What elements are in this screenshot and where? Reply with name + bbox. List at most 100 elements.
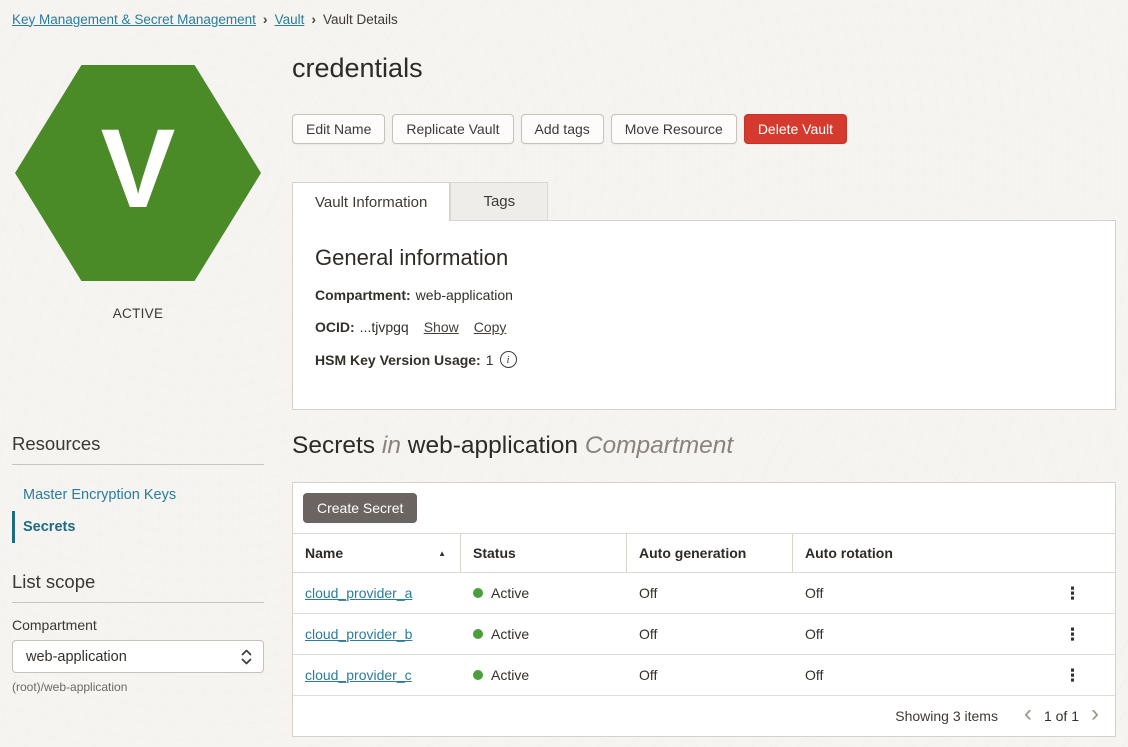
tab-tags[interactable]: Tags (450, 182, 548, 220)
breadcrumb-link-vault[interactable]: Vault (275, 12, 305, 27)
row-actions-cell: ⋮ (1030, 585, 1115, 602)
status-text: Active (491, 667, 529, 683)
ocid-show-link[interactable]: Show (424, 319, 459, 335)
status-text: Active (491, 626, 529, 642)
secrets-table-toolbar: Create Secret (293, 483, 1115, 533)
ocid-info-value: ...tjvpgq (360, 319, 409, 335)
compartment-select[interactable]: web-application (12, 640, 264, 673)
resources-heading: Resources (12, 433, 264, 455)
column-header-auto-rotation[interactable]: Auto rotation (793, 534, 1030, 572)
secrets-heading-in: in (382, 432, 401, 459)
breadcrumb-separator-icon: › (263, 11, 268, 27)
vault-actions-toolbar: Edit Name Replicate Vault Add tags Move … (292, 114, 1116, 144)
compartment-label: Compartment (12, 617, 264, 633)
compartment-info-label: Compartment: (315, 287, 411, 303)
delete-vault-button[interactable]: Delete Vault (744, 114, 847, 144)
auto-rotation-cell: Off (793, 585, 1030, 601)
vault-hexagon-icon: V (15, 65, 261, 281)
secret-name-cell: cloud_provider_a (293, 585, 461, 601)
auto-rotation-cell: Off (793, 626, 1030, 642)
sidebar: V ACTIVE Resources Master Encryption Key… (12, 37, 264, 737)
vault-icon-letter: V (101, 113, 176, 225)
tab-vault-information[interactable]: Vault Information (292, 182, 450, 221)
secret-name-cell: cloud_provider_c (293, 667, 461, 683)
column-header-auto-generation[interactable]: Auto generation (627, 534, 793, 572)
pagination-prev-icon[interactable]: ‹ (1022, 702, 1034, 726)
secrets-heading-compartment-word: Compartment (585, 432, 733, 459)
breadcrumb-separator-icon: › (311, 11, 316, 27)
divider (12, 602, 264, 603)
auto-rotation-cell: Off (793, 667, 1030, 683)
ocid-copy-link[interactable]: Copy (474, 319, 507, 335)
compartment-path: (root)/web-application (12, 680, 264, 694)
sidebar-item-secrets[interactable]: Secrets (12, 511, 264, 543)
secrets-heading-compartment-name: web-application (408, 432, 578, 459)
sidebar-item-master-encryption-keys[interactable]: Master Encryption Keys (12, 479, 264, 511)
ocid-info-label: OCID: (315, 319, 355, 335)
compartment-info-row: Compartment: web-application (315, 287, 1093, 303)
vault-badge: V ACTIVE (12, 65, 264, 321)
secrets-table-card: Create Secret Name ▲ Status Auto generat… (292, 482, 1116, 737)
secret-link[interactable]: cloud_provider_c (305, 667, 412, 683)
sort-ascending-icon: ▲ (438, 549, 446, 558)
hsm-info-row: HSM Key Version Usage: 1 i (315, 351, 1093, 368)
compartment-info-value: web-application (416, 287, 513, 303)
replicate-vault-button[interactable]: Replicate Vault (392, 114, 513, 144)
secret-link[interactable]: cloud_provider_a (305, 585, 412, 601)
secret-status-cell: Active (461, 667, 627, 683)
info-icon[interactable]: i (500, 351, 517, 368)
divider (12, 464, 264, 465)
list-scope-section: List scope Compartment web-application (… (12, 571, 264, 694)
resources-section: Resources Master Encryption Keys Secrets (12, 433, 264, 543)
secret-status-cell: Active (461, 585, 627, 601)
secrets-table-header: Name ▲ Status Auto generation Auto rotat… (293, 533, 1115, 573)
hsm-info-label: HSM Key Version Usage: (315, 352, 481, 368)
kebab-menu-icon[interactable]: ⋮ (1064, 667, 1081, 684)
pagination-next-icon[interactable]: › (1089, 702, 1101, 726)
pagination-summary: Showing 3 items (895, 708, 998, 724)
status-text: Active (491, 585, 529, 601)
auto-generation-cell: Off (627, 667, 793, 683)
ocid-info-row: OCID: ...tjvpgq Show Copy (315, 319, 1093, 335)
breadcrumb-current: Vault Details (323, 12, 398, 27)
select-chevrons-icon (240, 648, 253, 666)
status-active-dot-icon (473, 629, 483, 639)
column-header-status[interactable]: Status (461, 534, 627, 572)
secrets-heading-word: Secrets (292, 432, 375, 459)
auto-generation-cell: Off (627, 626, 793, 642)
auto-generation-cell: Off (627, 585, 793, 601)
page-layout: V ACTIVE Resources Master Encryption Key… (0, 37, 1128, 737)
breadcrumb: Key Management & Secret Management › Vau… (0, 0, 1128, 27)
column-header-name[interactable]: Name ▲ (293, 534, 461, 572)
vault-status-label: ACTIVE (12, 306, 264, 321)
vault-tabs: Vault Information Tags (292, 182, 1116, 220)
secret-name-cell: cloud_provider_b (293, 626, 461, 642)
page-title: credentials (292, 53, 1116, 84)
compartment-select-value: web-application (26, 649, 127, 665)
list-scope-heading: List scope (12, 571, 264, 593)
secret-link[interactable]: cloud_provider_b (305, 626, 412, 642)
main-content: credentials Edit Name Replicate Vault Ad… (292, 37, 1116, 737)
kebab-menu-icon[interactable]: ⋮ (1064, 585, 1081, 602)
breadcrumb-link-key-management[interactable]: Key Management & Secret Management (12, 12, 256, 27)
status-active-dot-icon (473, 670, 483, 680)
add-tags-button[interactable]: Add tags (521, 114, 604, 144)
column-header-actions (1030, 534, 1115, 572)
table-row: cloud_provider_b Active Off Off ⋮ (293, 614, 1115, 655)
hsm-info-value: 1 (486, 352, 494, 368)
edit-name-button[interactable]: Edit Name (292, 114, 385, 144)
create-secret-button[interactable]: Create Secret (303, 493, 417, 523)
kebab-menu-icon[interactable]: ⋮ (1064, 626, 1081, 643)
secrets-section-heading: Secrets in web-application Compartment (292, 432, 1116, 460)
status-active-dot-icon (473, 588, 483, 598)
vault-information-panel: General information Compartment: web-app… (292, 220, 1116, 410)
table-row: cloud_provider_a Active Off Off ⋮ (293, 573, 1115, 614)
move-resource-button[interactable]: Move Resource (611, 114, 737, 144)
row-actions-cell: ⋮ (1030, 626, 1115, 643)
secret-status-cell: Active (461, 626, 627, 642)
column-header-name-label: Name (305, 545, 343, 561)
table-pagination: Showing 3 items ‹ 1 of 1 › (293, 696, 1115, 736)
row-actions-cell: ⋮ (1030, 667, 1115, 684)
general-information-heading: General information (315, 245, 1093, 271)
table-row: cloud_provider_c Active Off Off ⋮ (293, 655, 1115, 696)
